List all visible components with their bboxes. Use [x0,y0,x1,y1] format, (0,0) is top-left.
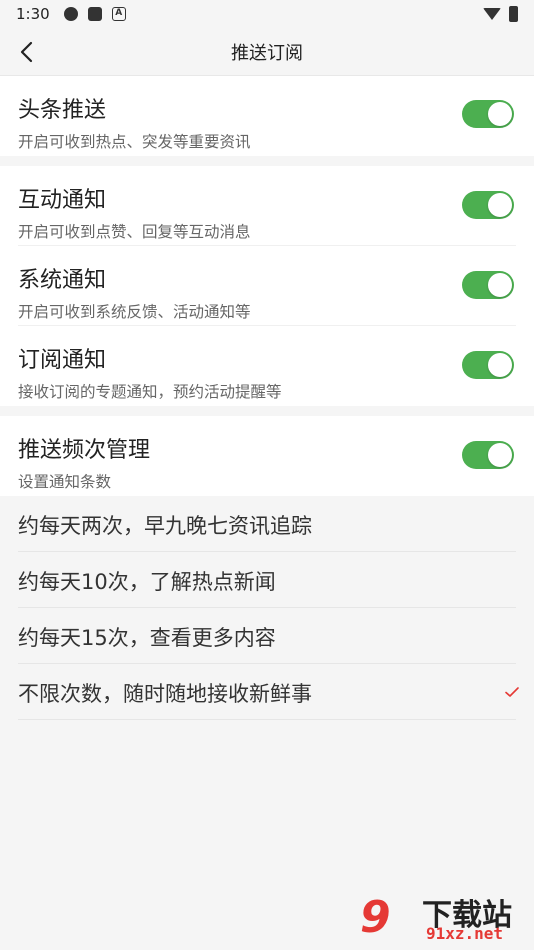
status-bar: 1:30 A [0,0,534,28]
watermark-logo: 9 下载站 91xz.net [360,890,530,946]
frequency-option-selected[interactable]: 不限次数，随时随地接收新鲜事 [0,664,534,720]
system-notify-toggle[interactable] [462,271,514,299]
toggle-knob [488,273,512,297]
frequency-option[interactable]: 约每天两次，早九晚七资讯追踪 [0,496,534,552]
page-title: 推送订阅 [231,42,303,64]
headline-push-desc: 开启可收到热点、突发等重要资讯 [18,133,251,151]
system-notify-desc: 开启可收到系统反馈、活动通知等 [18,303,251,321]
back-arrow-icon[interactable] [14,38,42,66]
status-time: 1:30 [16,5,50,23]
app-notification-icon [63,7,78,21]
subscription-notify-label: 订阅通知 [18,348,107,373]
headline-push-toggle[interactable] [462,100,514,128]
battery-icon [509,6,518,22]
news-notification-icon [87,7,102,21]
toggle-knob [488,193,512,217]
notifications-section: 互动通知 开启可收到点赞、回复等互动消息 系统通知 开启可收到系统反馈、活动通知… [0,166,534,406]
divider [18,719,516,720]
interaction-notify-toggle[interactable] [462,191,514,219]
frequency-section: 推送频次管理 设置通知条数 [0,416,534,496]
subscription-notify-toggle[interactable] [462,351,514,379]
subscription-notify-row: 订阅通知 接收订阅的专题通知，预约活动提醒等 [0,326,534,406]
watermark-url: 91xz.net [426,924,504,943]
frequency-label: 推送频次管理 [18,438,151,463]
subscription-notify-desc: 接收订阅的专题通知，预约活动提醒等 [18,383,282,401]
headline-push-row: 头条推送 开启可收到热点、突发等重要资讯 [0,76,534,156]
frequency-option-text: 约每天两次，早九晚七资讯追踪 [18,514,312,538]
frequency-row: 推送频次管理 设置通知条数 [0,416,534,496]
interaction-notify-label: 互动通知 [18,188,107,213]
checkmark-icon [505,687,519,697]
toggle-knob [488,443,512,467]
watermark-number: 9 [360,892,391,943]
frequency-options: 约每天两次，早九晚七资讯追踪 约每天10次，了解热点新闻 约每天15次，查看更多… [0,496,534,720]
system-notify-label: 系统通知 [18,268,107,293]
nav-bar: 推送订阅 [0,28,534,76]
toggle-knob [488,102,512,126]
frequency-option[interactable]: 约每天10次，了解热点新闻 [0,552,534,608]
frequency-option[interactable]: 约每天15次，查看更多内容 [0,608,534,664]
section-gap [0,406,534,416]
interaction-notify-row: 互动通知 开启可收到点赞、回复等互动消息 [0,166,534,246]
toggle-knob [488,353,512,377]
section-gap [0,156,534,166]
headline-section: 头条推送 开启可收到热点、突发等重要资讯 [0,76,534,156]
frequency-option-text: 约每天15次，查看更多内容 [18,626,276,650]
frequency-desc: 设置通知条数 [18,473,112,491]
wifi-icon [483,8,501,20]
frequency-toggle[interactable] [462,441,514,469]
frequency-option-text: 约每天10次，了解热点新闻 [18,570,276,594]
interaction-notify-desc: 开启可收到点赞、回复等互动消息 [18,223,251,241]
a-notification-icon: A [111,7,126,21]
frequency-option-text: 不限次数，随时随地接收新鲜事 [18,682,312,706]
headline-push-label: 头条推送 [18,98,107,123]
system-notify-row: 系统通知 开启可收到系统反馈、活动通知等 [0,246,534,326]
